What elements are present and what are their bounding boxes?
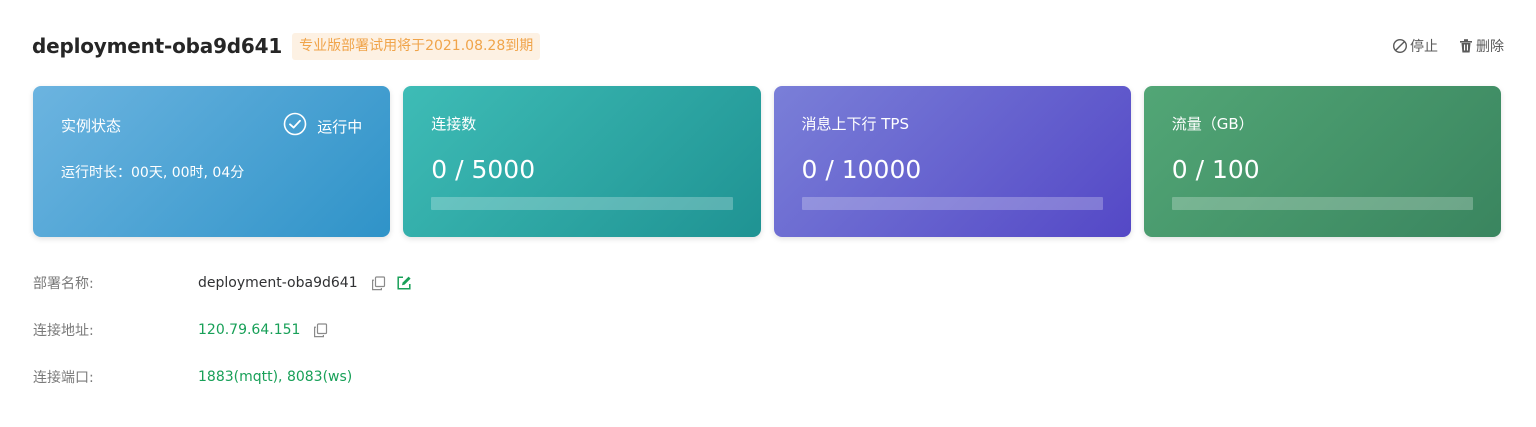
tps-progress-bar: [801, 197, 1103, 210]
connections-card: 连接数 0 / 5000: [403, 86, 761, 237]
metrics-cards: 实例状态 运行中 运行时长：00天, 00时, 04分 连接数 0 / 5000…: [33, 86, 1501, 237]
name-value: deployment-oba9d641: [198, 275, 358, 291]
tps-card: 消息上下行 TPS 0 / 10000: [773, 86, 1131, 237]
name-label: 部署名称:: [33, 276, 94, 292]
copy-icon[interactable]: [313, 322, 328, 338]
instance-status-card: 实例状态 运行中 运行时长：00天, 00时, 04分: [33, 86, 391, 237]
edit-icon[interactable]: [396, 275, 412, 291]
stop-label: 停止: [1410, 39, 1438, 55]
status-state: 运行中: [317, 117, 363, 136]
traffic-value: 0 / 100: [1171, 155, 1260, 184]
connections-value: 0 / 5000: [431, 155, 536, 184]
address-value[interactable]: 120.79.64.151: [198, 322, 300, 338]
traffic-progress-bar: [1171, 197, 1473, 210]
delete-button[interactable]: 删除: [1458, 36, 1504, 56]
traffic-label: 流量（GB）: [1171, 115, 1254, 133]
port-value: 1883(mqtt), 8083(ws): [198, 369, 353, 385]
port-label: 连接端口:: [33, 370, 94, 386]
deployment-info: 部署名称: deployment-oba9d641 连接地址: 120.79.6…: [33, 268, 733, 409]
check-circle-icon: [283, 112, 307, 140]
status-card-label: 实例状态: [61, 117, 122, 135]
copy-icon[interactable]: [371, 275, 386, 291]
page-title: deployment-oba9d641: [32, 34, 283, 58]
connections-label: 连接数: [431, 115, 477, 133]
info-row-address: 连接地址: 120.79.64.151: [33, 315, 733, 345]
header: deployment-oba9d641 专业版部署试用将于2021.08.28到…: [32, 30, 1504, 62]
uptime-text: 运行时长：00天, 00时, 04分: [61, 165, 245, 181]
tps-value: 0 / 10000: [801, 155, 922, 184]
connections-progress-bar: [431, 197, 733, 210]
delete-label: 删除: [1476, 39, 1504, 55]
stop-button[interactable]: 停止: [1392, 36, 1438, 56]
trial-expiry-badge: 专业版部署试用将于2021.08.28到期: [292, 32, 541, 60]
address-label: 连接地址:: [33, 323, 94, 339]
info-row-port: 连接端口: 1883(mqtt), 8083(ws): [33, 362, 733, 392]
header-actions: 停止 删除: [1392, 36, 1504, 56]
traffic-card: 流量（GB） 0 / 100: [1143, 86, 1501, 237]
ban-icon: [1392, 38, 1408, 54]
trash-icon: [1458, 38, 1474, 54]
tps-label: 消息上下行 TPS: [801, 115, 910, 133]
info-row-name: 部署名称: deployment-oba9d641: [33, 268, 733, 298]
